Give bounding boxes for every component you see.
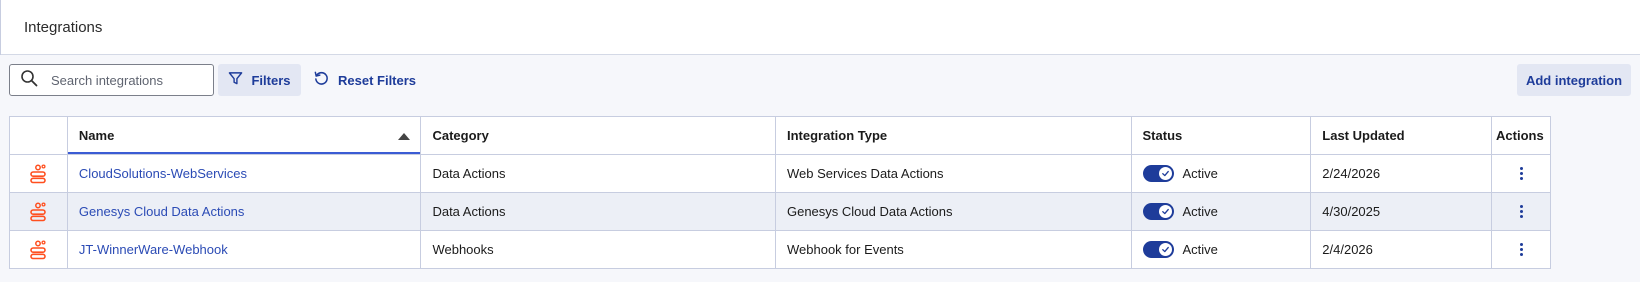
filters-button[interactable]: Filters <box>218 64 301 96</box>
column-header-last-updated-label: Last Updated <box>1322 128 1405 143</box>
column-header-actions-label: Actions <box>1496 128 1544 143</box>
column-header-category[interactable]: Category <box>421 117 776 154</box>
column-header-integration-type[interactable]: Integration Type <box>776 117 1132 154</box>
status-text: Active <box>1182 166 1218 181</box>
category-cell: Data Actions <box>421 193 776 230</box>
integration-name-cell: CloudSolutions-WebServices <box>68 155 422 192</box>
status-toggle[interactable] <box>1142 203 1174 220</box>
last-updated-text: 2/4/2026 <box>1322 242 1373 257</box>
column-header-integration-type-label: Integration Type <box>786 128 888 143</box>
toggle-knob <box>1158 243 1172 256</box>
status-text: Active <box>1182 204 1218 219</box>
main-content: Filters Reset Filters Add integration Na… <box>0 55 1640 282</box>
page-header: Integrations <box>0 0 1640 55</box>
last-updated-cell: 2/4/2026 <box>1311 231 1493 268</box>
integration-type-cell: Webhook for Events <box>776 231 1132 268</box>
status-toggle[interactable] <box>1142 241 1174 258</box>
toggle-knob <box>1158 205 1172 218</box>
status-cell: Active <box>1132 155 1312 192</box>
column-header-status[interactable]: Status <box>1132 117 1312 154</box>
column-header-status-label: Status <box>1142 128 1183 143</box>
integration-icon <box>10 155 68 192</box>
table-header-row: Name Category Integration Type Status La… <box>10 117 1550 155</box>
category-cell: Data Actions <box>421 155 776 192</box>
column-header-category-label: Category <box>432 128 489 143</box>
actions-cell <box>1492 231 1550 268</box>
integration-name-cell: JT-WinnerWare-Webhook <box>68 231 422 268</box>
filter-icon <box>228 71 251 89</box>
integration-name-cell: Genesys Cloud Data Actions <box>68 193 422 230</box>
last-updated-cell: 2/24/2026 <box>1311 155 1493 192</box>
category-text: Data Actions <box>432 204 506 219</box>
integration-icon <box>10 193 68 230</box>
checkmark-icon <box>1161 170 1169 177</box>
more-vertical-icon[interactable] <box>1516 201 1527 222</box>
status-cell: Active <box>1132 193 1312 230</box>
integration-type-text: Web Services Data Actions <box>786 166 944 181</box>
status-toggle[interactable] <box>1142 165 1174 182</box>
category-text: Data Actions <box>432 166 506 181</box>
search-input[interactable] <box>51 72 211 88</box>
toolbar: Filters Reset Filters Add integration <box>9 64 1631 96</box>
reset-filters-label: Reset Filters <box>338 72 417 88</box>
table-row: Genesys Cloud Data Actions Data Actions … <box>10 193 1550 231</box>
status-cell: Active <box>1132 231 1312 268</box>
integration-type-text: Webhook for Events <box>786 242 904 257</box>
integration-name-link[interactable]: Genesys Cloud Data Actions <box>79 204 244 219</box>
integration-name-link[interactable]: CloudSolutions-WebServices <box>79 166 247 181</box>
column-header-actions: Actions <box>1492 117 1550 154</box>
actions-cell <box>1492 193 1550 230</box>
integration-type-cell: Web Services Data Actions <box>776 155 1132 192</box>
checkmark-icon <box>1161 246 1169 253</box>
integration-icon <box>10 231 68 268</box>
reset-filters-button[interactable]: Reset Filters <box>313 64 416 96</box>
checkmark-icon <box>1161 208 1169 215</box>
search-box[interactable] <box>9 64 214 96</box>
column-header-name-label: Name <box>78 128 115 143</box>
filters-button-label: Filters <box>251 72 291 88</box>
column-header-icon <box>10 117 68 154</box>
column-header-last-updated[interactable]: Last Updated <box>1311 117 1493 154</box>
last-updated-text: 2/24/2026 <box>1322 166 1381 181</box>
table-row: CloudSolutions-WebServices Data Actions … <box>10 155 1550 193</box>
category-text: Webhooks <box>432 242 494 257</box>
category-cell: Webhooks <box>421 231 776 268</box>
sort-indicator-underline <box>67 152 421 154</box>
add-integration-button[interactable]: Add integration <box>1517 64 1631 96</box>
actions-cell <box>1492 155 1550 192</box>
sort-ascending-icon <box>398 133 411 140</box>
add-integration-label: Add integration <box>1525 72 1623 88</box>
toggle-knob <box>1158 167 1172 180</box>
last-updated-cell: 4/30/2025 <box>1311 193 1493 230</box>
search-icon <box>20 69 38 92</box>
integrations-table: Name Category Integration Type Status La… <box>9 116 1551 269</box>
more-vertical-icon[interactable] <box>1516 239 1527 260</box>
reset-icon <box>313 70 338 90</box>
last-updated-text: 4/30/2025 <box>1322 204 1381 219</box>
integration-type-text: Genesys Cloud Data Actions <box>786 204 953 219</box>
integration-type-cell: Genesys Cloud Data Actions <box>776 193 1132 230</box>
more-vertical-icon[interactable] <box>1516 163 1527 184</box>
column-header-name[interactable]: Name <box>67 117 422 154</box>
page-title: Integrations <box>24 18 103 36</box>
integration-name-link[interactable]: JT-WinnerWare-Webhook <box>79 242 228 257</box>
status-text: Active <box>1182 242 1218 257</box>
table-row: JT-WinnerWare-Webhook Webhooks Webhook f… <box>10 231 1550 269</box>
